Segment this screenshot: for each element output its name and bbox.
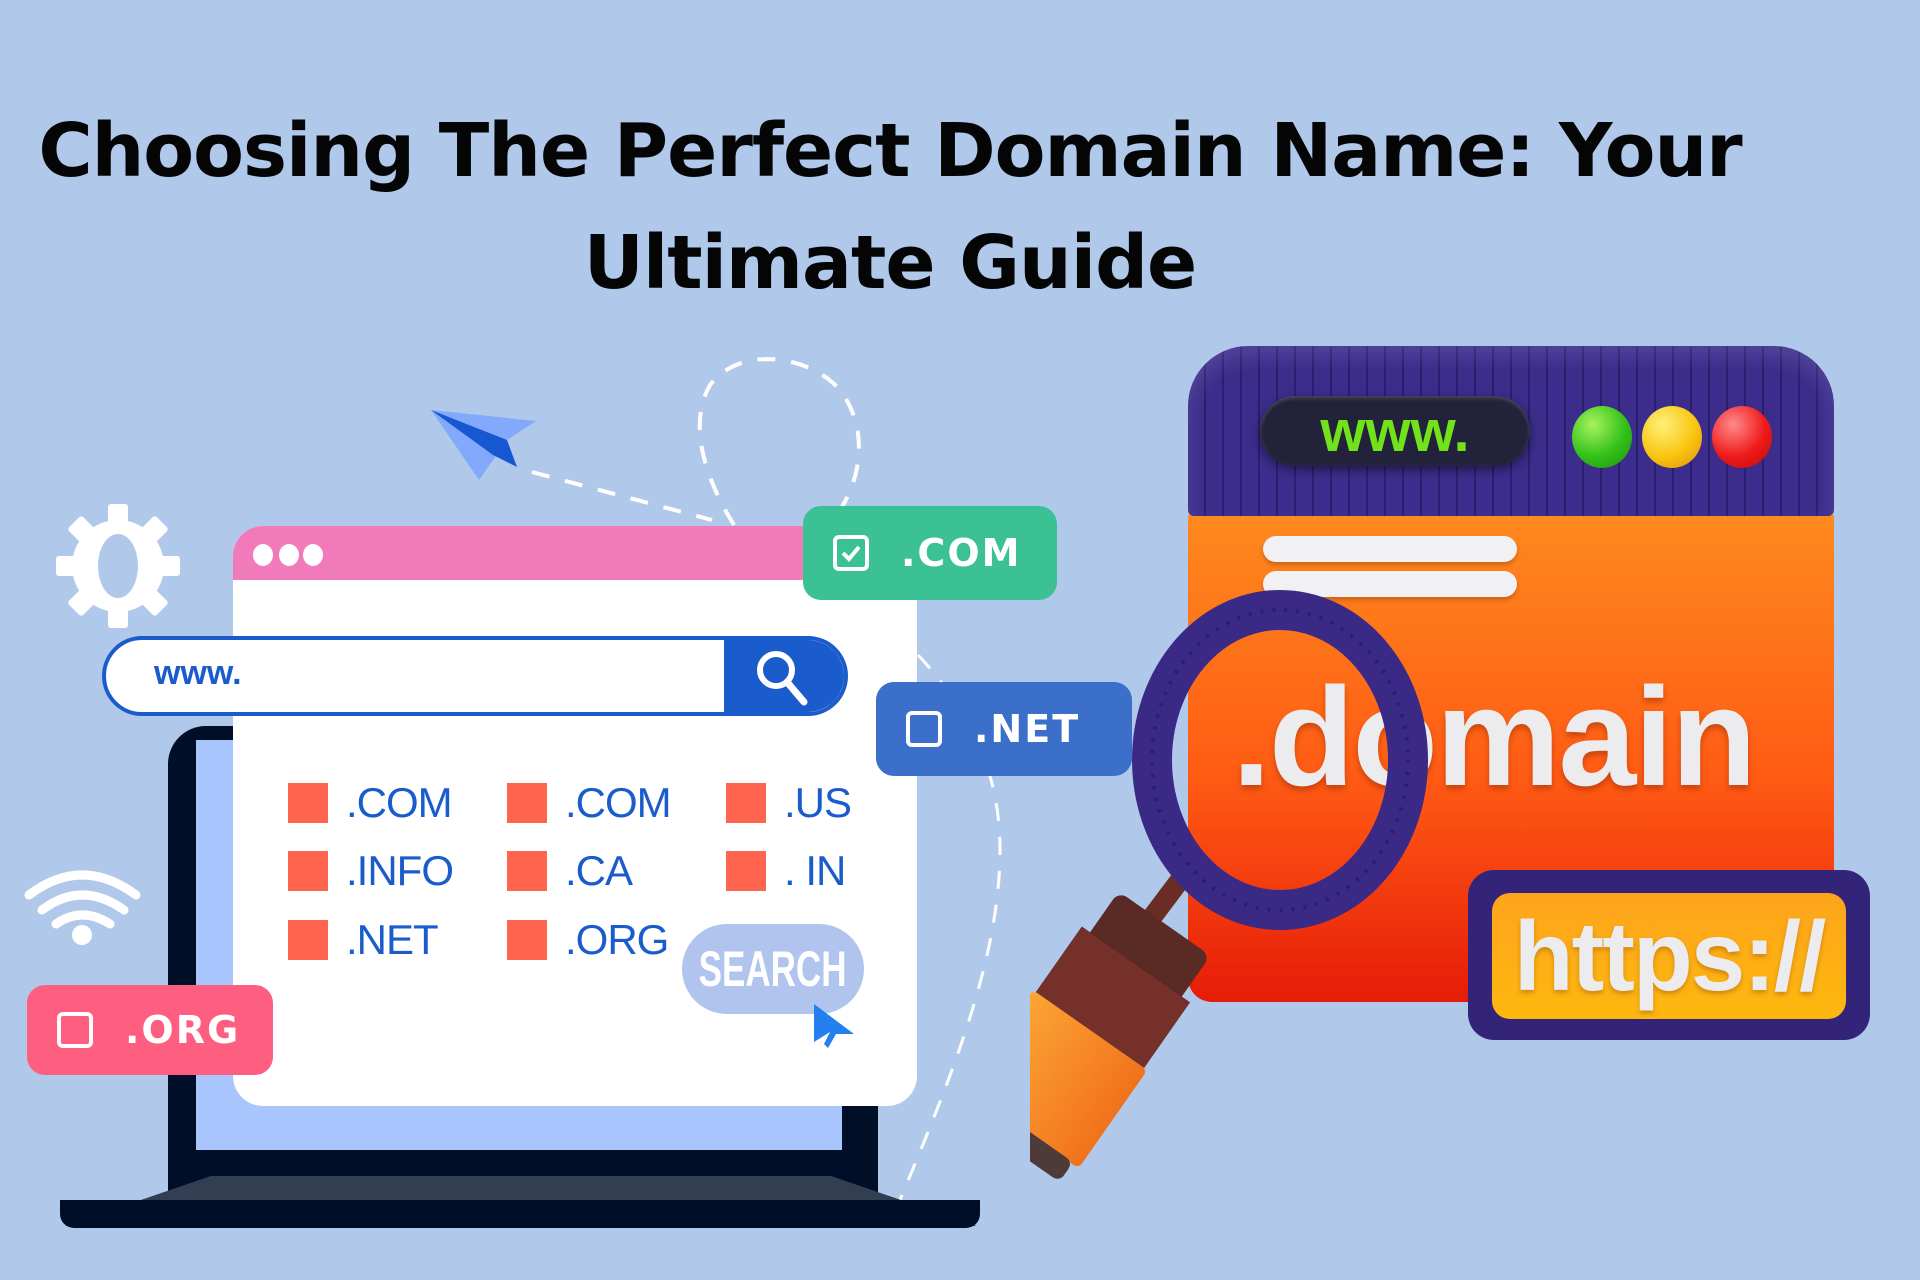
search-button-label: SEARCH: [699, 941, 847, 997]
cursor-icon: [814, 1004, 854, 1048]
domain-search-bar[interactable]: www.: [102, 636, 848, 716]
search-input[interactable]: www.: [154, 654, 242, 693]
checkbox-square[interactable]: [288, 851, 328, 891]
checkbox-checked-icon[interactable]: [833, 535, 869, 571]
window-dot: [303, 544, 323, 566]
tld-option[interactable]: .COM: [288, 779, 453, 827]
tag-com[interactable]: .COM: [803, 506, 1057, 600]
tag-label: .COM: [901, 531, 1022, 575]
tag-label: .ORG: [125, 1008, 241, 1052]
search-icon: [757, 651, 808, 706]
tld-option[interactable]: .ORG: [507, 916, 669, 964]
window-dot: [279, 544, 299, 566]
checkbox-icon[interactable]: [906, 711, 942, 747]
protocol-badge-inner: https://: [1492, 893, 1846, 1019]
tld-option[interactable]: . IN: [726, 847, 846, 895]
tld-option[interactable]: .US: [726, 779, 852, 827]
checkbox-square[interactable]: [507, 851, 547, 891]
checkbox-square[interactable]: [726, 851, 766, 891]
dashed-loop-path: [697, 357, 861, 527]
tld-option[interactable]: .COM: [507, 779, 672, 827]
tag-org[interactable]: .ORG: [27, 985, 273, 1075]
paper-plane-icon: [431, 410, 536, 480]
checkbox-square[interactable]: [507, 783, 547, 823]
checkbox-square[interactable]: [288, 920, 328, 960]
window-dot: [253, 544, 273, 566]
protocol-text: https://: [1513, 900, 1827, 1011]
search-button[interactable]: [724, 640, 844, 712]
red-light-icon: [1712, 406, 1772, 468]
laptop-base: [60, 1200, 980, 1228]
checkbox-square[interactable]: [288, 783, 328, 823]
wifi-icon: [24, 870, 141, 929]
green-light-icon: [1572, 406, 1632, 468]
address-text: www.: [1320, 398, 1470, 464]
checkbox-square[interactable]: [726, 783, 766, 823]
tld-option[interactable]: .INFO: [288, 847, 454, 895]
dashed-flight-path: [531, 470, 713, 522]
checkbox-square[interactable]: [507, 920, 547, 960]
tld-option[interactable]: .CA: [507, 847, 633, 895]
text-line-bar: [1263, 536, 1517, 562]
magnifying-glass-icon: [1030, 590, 1428, 1179]
address-pill: www.: [1260, 396, 1530, 466]
gear-icon: [56, 504, 180, 628]
yellow-light-icon: [1642, 406, 1702, 468]
wifi-dot: [72, 925, 92, 945]
checkbox-icon[interactable]: [57, 1012, 93, 1048]
tld-option[interactable]: .NET: [288, 916, 439, 964]
